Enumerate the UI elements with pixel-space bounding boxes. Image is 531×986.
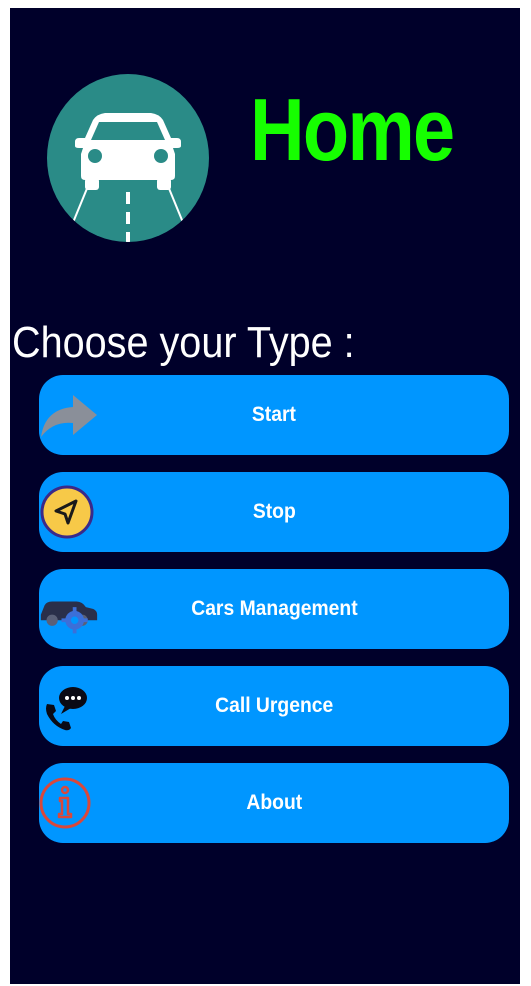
stop-button[interactable]: Stop: [39, 472, 509, 552]
forward-arrow-icon: [39, 387, 99, 443]
app-screen: Home Choose your Type : Start Stop Cars …: [10, 8, 520, 984]
car-gear-icon: [39, 581, 99, 637]
cars-management-button-label: Cars Management: [190, 597, 358, 620]
start-button[interactable]: Start: [39, 375, 509, 455]
start-button-label: Start: [251, 403, 297, 426]
about-button[interactable]: About: [39, 763, 509, 843]
about-button-label: About: [246, 791, 302, 814]
call-urgence-button[interactable]: Call Urgence: [39, 666, 509, 746]
car-road-icon: [47, 74, 209, 242]
stop-button-label: Stop: [252, 500, 296, 523]
info-icon: [39, 775, 99, 831]
cars-management-button[interactable]: Cars Management: [39, 569, 509, 649]
page-title: Home: [250, 80, 455, 179]
phone-chat-icon: [39, 678, 99, 734]
navigation-arrow-icon: [39, 484, 99, 540]
choose-type-heading: Choose your Type :: [12, 318, 355, 367]
call-urgence-button-label: Call Urgence: [214, 694, 334, 717]
menu-list: Start Stop Cars Management Call Urgence …: [39, 375, 509, 860]
